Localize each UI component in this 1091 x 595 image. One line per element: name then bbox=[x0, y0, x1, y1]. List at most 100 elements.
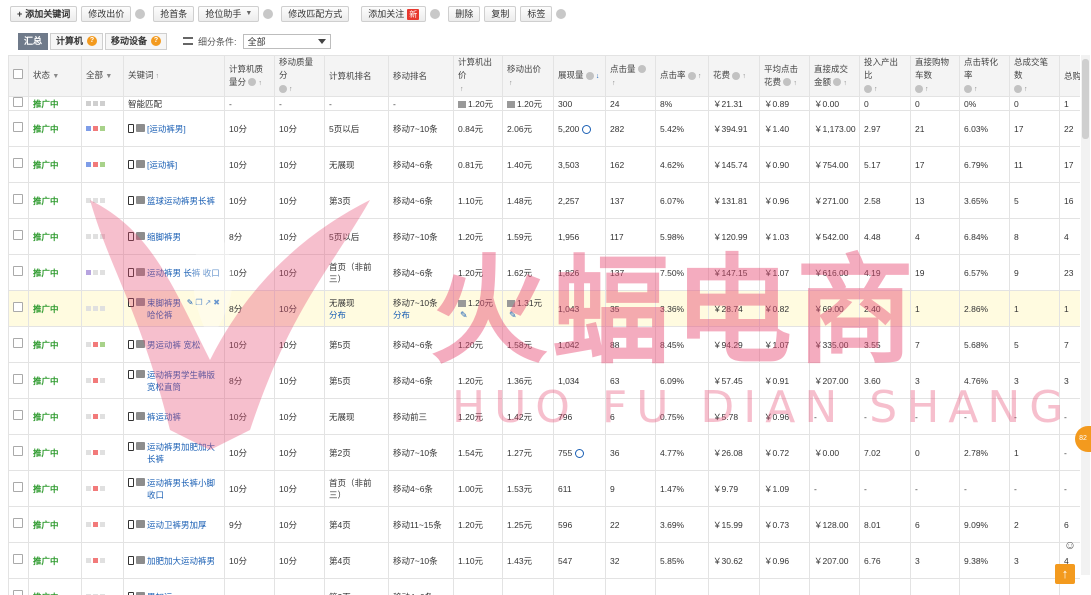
bid-assistant-dropdown[interactable]: 抢位助手 ▼ bbox=[198, 6, 260, 22]
user-service-icon[interactable]: ☺ bbox=[1063, 538, 1077, 552]
delete-icon[interactable]: ✖ bbox=[213, 297, 220, 309]
keyword-link[interactable]: 男运动裤 宽松 bbox=[147, 339, 200, 351]
add-follow-button[interactable]: 添加关注新 bbox=[361, 6, 427, 22]
color-tag[interactable] bbox=[100, 270, 105, 275]
color-tag[interactable] bbox=[93, 486, 98, 491]
color-tag[interactable] bbox=[93, 450, 98, 455]
download-icon[interactable] bbox=[575, 448, 585, 458]
row-checkbox[interactable] bbox=[13, 122, 23, 132]
edit-match-button[interactable]: 修改匹配方式 bbox=[281, 6, 350, 22]
filter-select[interactable]: 全部 bbox=[242, 33, 331, 49]
row-checkbox[interactable] bbox=[13, 554, 23, 564]
table-row[interactable]: 推广中 运动裤男 长裤 收口 10分 10分 首页（非前三） 移动4~6条 1.20元 1.6… bbox=[8, 254, 1080, 291]
row-select-cell[interactable] bbox=[8, 434, 29, 471]
table-row[interactable]: 推广中 运动裤男学生韩版宽松直筒 8分 10分 第5页 移动4~6条 1.20元 1.36元 1… bbox=[8, 362, 1080, 399]
keyword-link[interactable]: 裤运动裤 bbox=[147, 411, 181, 423]
info-icon[interactable] bbox=[279, 84, 287, 93]
color-tag[interactable] bbox=[86, 522, 91, 527]
row-checkbox[interactable] bbox=[13, 158, 23, 168]
color-tag[interactable] bbox=[93, 378, 98, 383]
color-tag[interactable] bbox=[86, 558, 91, 563]
mobile-bid-cell[interactable]: 1.25元 bbox=[502, 506, 554, 543]
keyword-link[interactable]: 缩脚裤男 bbox=[147, 231, 181, 243]
color-tag[interactable] bbox=[86, 342, 91, 347]
scrollbar-thumb[interactable] bbox=[1082, 59, 1089, 139]
row-checkbox[interactable] bbox=[13, 446, 23, 456]
pc-bid-cell[interactable]: 1.20元 bbox=[453, 362, 503, 399]
sort-icon[interactable]: ↑ bbox=[925, 86, 929, 93]
mobile-rank-distribution-link[interactable]: 分布 bbox=[393, 310, 410, 320]
vertical-scrollbar[interactable] bbox=[1081, 55, 1090, 575]
header-mobile-quality[interactable]: 移动质量分 ↑ bbox=[274, 55, 325, 97]
mobile-bid-cell[interactable]: 1.40元 bbox=[502, 146, 554, 183]
mobile-bid-cell[interactable]: 1.27元 bbox=[502, 434, 554, 471]
grab-position-button[interactable]: 抢首条 bbox=[153, 6, 195, 22]
color-tag[interactable] bbox=[100, 486, 105, 491]
info-icon[interactable] bbox=[833, 78, 842, 87]
pencil-icon[interactable]: ✎ bbox=[509, 310, 517, 320]
edit-bid-button[interactable]: 修改出价 bbox=[81, 6, 132, 22]
pc-bid-cell[interactable]: 1.00元 bbox=[453, 470, 503, 507]
row-select-cell[interactable] bbox=[8, 326, 29, 363]
color-tag[interactable] bbox=[93, 306, 98, 311]
mobile-bid-cell[interactable] bbox=[502, 578, 554, 595]
info-icon[interactable] bbox=[687, 71, 696, 80]
header-conv-rate[interactable]: 点击转化率 ↑ bbox=[959, 55, 1010, 97]
table-row[interactable]: 推广中 [运动裤男] 10分 10分 5页以后 移动7~10条 0.84元 2.06元 5,20… bbox=[8, 110, 1080, 147]
sort-desc-icon[interactable]: ↓ bbox=[596, 73, 600, 80]
pc-bid-cell[interactable]: 1.10元 bbox=[453, 542, 503, 579]
table-row[interactable]: 推广中 缩脚裤男 8分 10分 5页以后 移动7~10条 1.20元 1.59元 1,956 11… bbox=[8, 218, 1080, 255]
header-direct-amount[interactable]: 直接成交金额 ↑ bbox=[809, 55, 860, 97]
keyword-link[interactable]: 运动裤男加肥加大长裤 bbox=[147, 441, 220, 465]
tags-button[interactable]: 标签 bbox=[520, 6, 553, 22]
header-mobile-bid[interactable]: 移动出价 ↑ bbox=[502, 55, 554, 97]
copy-icon[interactable]: ❐ bbox=[195, 297, 202, 309]
sort-icon[interactable]: ↑ bbox=[698, 73, 702, 80]
header-avg-cpc[interactable]: 平均点击花费 ↑ bbox=[759, 55, 810, 97]
color-tag[interactable] bbox=[93, 342, 98, 347]
keyword-link[interactable]: [运动裤] bbox=[147, 159, 177, 171]
info-icon[interactable] bbox=[915, 84, 923, 93]
row-checkbox[interactable] bbox=[13, 590, 23, 595]
tab-summary[interactable]: 汇总 bbox=[18, 32, 49, 50]
select-all-checkbox[interactable] bbox=[13, 69, 23, 79]
row-select-cell[interactable] bbox=[8, 182, 29, 219]
sort-icon[interactable]: ↑ bbox=[742, 73, 746, 80]
keyword-link[interactable]: 智能匹配 bbox=[128, 98, 162, 110]
help-badge-icon[interactable]: ? bbox=[151, 36, 162, 46]
sort-icon[interactable]: ↑ bbox=[460, 86, 464, 93]
delete-button[interactable]: 删除 bbox=[448, 6, 481, 22]
header-keyword[interactable]: 关键词 ↑ bbox=[123, 55, 225, 97]
select-all-cell[interactable] bbox=[8, 55, 29, 97]
color-tag[interactable] bbox=[100, 414, 105, 419]
keyword-link[interactable]: 运动裤男长裤小脚收口 bbox=[147, 477, 220, 501]
keyword-link[interactable]: 运动裤男学生韩版宽松直筒 bbox=[147, 369, 220, 393]
row-checkbox[interactable] bbox=[13, 302, 23, 312]
row-checkbox[interactable] bbox=[13, 194, 23, 204]
keyword-link[interactable]: 运动裤男 长裤 收口 bbox=[147, 267, 220, 279]
keyword-link[interactable]: 男加运 bbox=[147, 591, 173, 595]
pc-bid-cell[interactable]: 1.20元 bbox=[453, 398, 503, 435]
keyword-link[interactable]: 篮球运动裤男长裤 bbox=[147, 195, 215, 207]
keyword-link[interactable]: [运动裤男] bbox=[147, 123, 186, 135]
table-row[interactable]: 推广中 裤运动裤 10分 10分 无展现 移动前三 1.20元 1.42元 796 6 0.75% ￥… bbox=[8, 398, 1080, 435]
header-total-orders[interactable]: 总成交笔数 ↑ bbox=[1009, 55, 1060, 97]
mobile-bid-cell[interactable]: 1.59元 bbox=[502, 218, 554, 255]
mobile-bid-cell[interactable]: 2.06元 bbox=[502, 110, 554, 147]
sort-icon[interactable]: ↑ bbox=[509, 80, 513, 87]
header-ctr[interactable]: 点击率 ↑ bbox=[655, 55, 709, 97]
color-tag[interactable] bbox=[86, 306, 91, 311]
color-tag[interactable] bbox=[93, 558, 98, 563]
color-tag[interactable] bbox=[100, 162, 105, 167]
color-tag[interactable] bbox=[86, 414, 91, 419]
row-select-cell[interactable] bbox=[8, 506, 29, 543]
info-icon[interactable] bbox=[637, 65, 646, 74]
pencil-icon[interactable]: ✎ bbox=[460, 310, 468, 320]
help-icon[interactable] bbox=[135, 9, 146, 19]
copy-button[interactable]: 复制 bbox=[484, 6, 517, 22]
color-tag[interactable] bbox=[100, 450, 105, 455]
bid-chart-icon[interactable] bbox=[458, 100, 466, 108]
row-select-cell[interactable] bbox=[8, 362, 29, 399]
pc-bid-cell[interactable]: 0.84元 bbox=[453, 110, 503, 147]
color-tag[interactable] bbox=[86, 270, 91, 275]
